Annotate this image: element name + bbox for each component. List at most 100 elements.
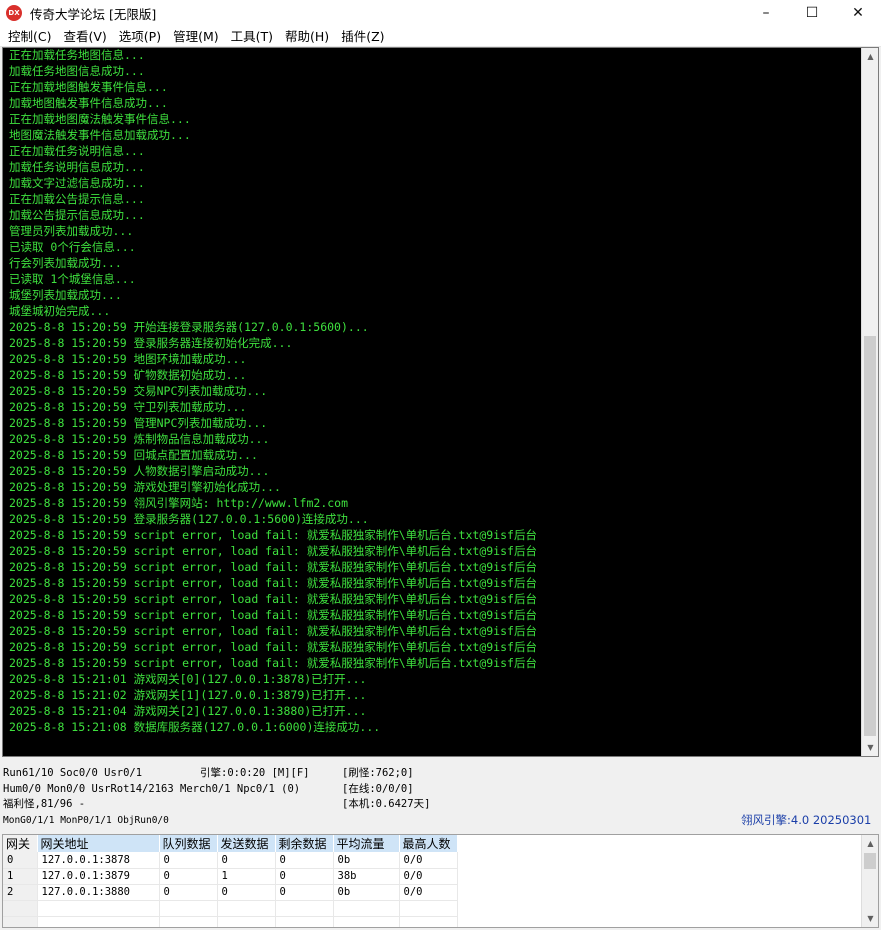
log-line: 2025-8-8 15:20:59 script error, load fai… <box>9 544 537 558</box>
log-line: 正在加载地图触发事件信息... <box>9 80 168 94</box>
table-cell <box>37 916 160 927</box>
menu-control[interactable]: 控制(C) <box>2 26 57 47</box>
log-line: 2025-8-8 15:21:08 数据库服务器(127.0.0.1:6000)… <box>9 720 381 734</box>
table-cell <box>333 900 400 917</box>
status-mong: MonG0/1/1 MonP0/1/1 ObjRun0/0 <box>3 815 169 826</box>
menu-plugins[interactable]: 插件(Z) <box>335 26 390 47</box>
log-line: 加载地图触发事件信息成功... <box>9 96 168 110</box>
close-button[interactable]: ✕ <box>835 0 881 26</box>
scroll-up-icon[interactable]: ▲ <box>862 48 878 65</box>
log-line: 加载任务说明信息成功... <box>9 160 145 174</box>
log-line: 2025-8-8 15:20:59 开始连接登录服务器(127.0.0.1:56… <box>9 320 369 334</box>
table-cell: 2 <box>3 884 38 901</box>
table-cell: 0/0 <box>399 884 458 901</box>
table-cell <box>275 916 334 927</box>
log-line: 2025-8-8 15:20:59 游戏处理引擎初始化成功... <box>9 480 281 494</box>
log-line: 2025-8-8 15:20:59 登录服务器连接初始化完成... <box>9 336 293 350</box>
log-line: 2025-8-8 15:20:59 翎风引擎网站: http://www.lfm… <box>9 496 349 510</box>
table-cell: 0/0 <box>399 868 458 885</box>
status-refresh: [刷怪:762;0] <box>342 767 414 779</box>
log-line: 2025-8-8 15:20:59 守卫列表加载成功... <box>9 400 247 414</box>
log-console[interactable]: 正在加载任务地图信息... 加载任务地图信息成功... 正在加载地图触发事件信息..… <box>2 47 879 757</box>
column-header[interactable]: 发送数据 <box>217 835 276 852</box>
scroll-thumb[interactable] <box>864 336 876 736</box>
log-line: 加载公告提示信息成功... <box>9 208 145 222</box>
table-cell: 127.0.0.1:3878 <box>37 852 160 869</box>
table-cell: 127.0.0.1:3880 <box>37 884 160 901</box>
menu-help[interactable]: 帮助(H) <box>279 26 335 47</box>
table-row[interactable]: 1 127.0.0.1:3879 0 1 0 38b 0/0 <box>3 868 458 885</box>
table-row[interactable]: 2 127.0.0.1:3880 0 0 0 0b 0/0 <box>3 884 458 901</box>
log-lines: 正在加载任务地图信息... 加载任务地图信息成功... 正在加载地图触发事件信息..… <box>9 48 859 735</box>
table-cell <box>217 916 276 927</box>
column-header[interactable]: 网关 <box>3 835 38 852</box>
log-line: 2025-8-8 15:20:59 script error, load fai… <box>9 592 537 606</box>
column-header[interactable]: 平均流量 <box>333 835 400 852</box>
log-line: 加载文字过滤信息成功... <box>9 176 145 190</box>
table-row[interactable]: 0 127.0.0.1:3878 0 0 0 0b 0/0 <box>3 852 458 869</box>
gateway-header-row: 网关 网关地址 队列数据 发送数据 剩余数据 平均流量 最高人数 <box>3 835 458 852</box>
minimize-button[interactable]: – <box>743 0 789 26</box>
scroll-down-icon[interactable]: ▼ <box>862 739 878 756</box>
log-line: 2025-8-8 15:20:59 script error, load fai… <box>9 608 537 622</box>
table-cell: 0b <box>333 852 400 869</box>
table-row[interactable] <box>3 916 458 927</box>
table-row[interactable] <box>3 900 458 917</box>
menu-view[interactable]: 查看(V) <box>57 26 112 47</box>
table-cell <box>333 916 400 927</box>
log-line: 城堡城初始完成... <box>9 304 111 318</box>
gateway-scrollbar[interactable]: ▲ ▼ <box>861 835 878 927</box>
log-line: 2025-8-8 15:20:59 script error, load fai… <box>9 640 537 654</box>
log-line: 城堡列表加载成功... <box>9 288 122 302</box>
table-cell: 1 <box>3 868 38 885</box>
log-line: 地图魔法触发事件信息加载成功... <box>9 128 191 142</box>
table-cell <box>159 900 218 917</box>
table-cell <box>37 900 160 917</box>
maximize-button[interactable]: ☐ <box>789 0 835 26</box>
log-line: 2025-8-8 15:20:59 script error, load fai… <box>9 656 537 670</box>
log-line: 2025-8-8 15:20:59 script error, load fai… <box>9 560 537 574</box>
title-bar: DX 传奇大学论坛 [无限版] – ☐ ✕ <box>0 0 881 26</box>
log-line: 行会列表加载成功... <box>9 256 122 270</box>
gateway-table: 网关 网关地址 队列数据 发送数据 剩余数据 平均流量 最高人数 0 127.0.0.1:38… <box>3 835 458 927</box>
scroll-thumb[interactable] <box>864 853 876 869</box>
scroll-down-icon[interactable]: ▼ <box>862 910 878 927</box>
log-line: 正在加载任务地图信息... <box>9 48 145 62</box>
menu-tools[interactable]: 工具(T) <box>225 26 279 47</box>
log-line: 正在加载公告提示信息... <box>9 192 145 206</box>
column-header[interactable]: 最高人数 <box>399 835 458 852</box>
log-line: 2025-8-8 15:20:59 交易NPC列表加载成功... <box>9 384 268 398</box>
console-scrollbar[interactable]: ▲ ▼ <box>861 48 878 756</box>
log-line: 2025-8-8 15:20:59 人物数据引擎启动成功... <box>9 464 270 478</box>
status-local: [本机:0.6427天] <box>342 798 431 810</box>
table-cell: 0 <box>159 852 218 869</box>
table-cell: 127.0.0.1:3879 <box>37 868 160 885</box>
table-cell <box>217 900 276 917</box>
log-line: 2025-8-8 15:20:59 script error, load fai… <box>9 528 537 542</box>
log-line: 已读取 0个行会信息... <box>9 240 136 254</box>
column-header[interactable]: 剩余数据 <box>275 835 334 852</box>
log-line: 2025-8-8 15:20:59 炼制物品信息加载成功... <box>9 432 270 446</box>
status-panel: Run61/10 Soc0/0 Usr0/1 引擎:0:0:20 [M][F] … <box>0 760 881 832</box>
engine-version: 翎风引擎:4.0 20250301 <box>741 813 872 827</box>
table-cell: 38b <box>333 868 400 885</box>
log-line: 正在加载地图魔法触发事件信息... <box>9 112 191 126</box>
column-header[interactable]: 网关地址 <box>37 835 160 852</box>
table-cell: 0 <box>159 884 218 901</box>
app-icon: DX <box>6 5 22 21</box>
scroll-up-icon[interactable]: ▲ <box>862 835 878 852</box>
log-line: 2025-8-8 15:20:59 管理NPC列表加载成功... <box>9 416 268 430</box>
table-cell <box>399 916 458 927</box>
log-line: 2025-8-8 15:21:04 游戏网关[2](127.0.0.1:3880… <box>9 704 367 718</box>
table-cell <box>3 916 38 927</box>
window-controls: – ☐ ✕ <box>743 0 881 26</box>
column-header[interactable]: 队列数据 <box>159 835 218 852</box>
menu-options[interactable]: 选项(P) <box>113 26 167 47</box>
menu-bar: 控制(C) 查看(V) 选项(P) 管理(M) 工具(T) 帮助(H) 插件(Z… <box>0 26 881 47</box>
log-line: 2025-8-8 15:20:59 地图环境加载成功... <box>9 352 247 366</box>
log-line: 正在加载任务说明信息... <box>9 144 145 158</box>
menu-manage[interactable]: 管理(M) <box>167 26 225 47</box>
table-cell <box>159 916 218 927</box>
table-cell: 0 <box>217 852 276 869</box>
window-title: 传奇大学论坛 [无限版] <box>30 6 157 22</box>
